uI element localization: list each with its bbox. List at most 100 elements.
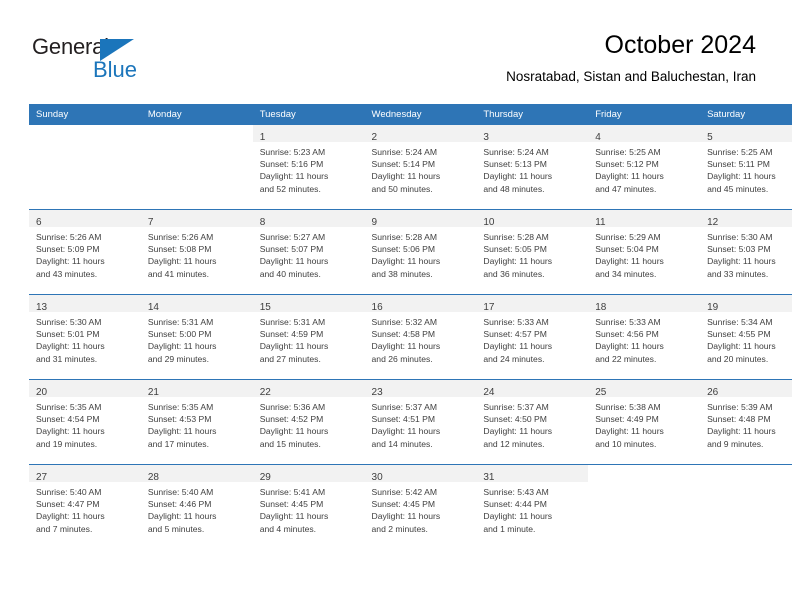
day-cell-10[interactable]: 10 Sunrise: 5:28 AM Sunset: 5:05 PM Dayligh… (476, 210, 589, 294)
day-number: 16 (371, 302, 383, 313)
day-details: Sunrise: 5:31 AM Sunset: 4:59 PM Daylight:… (253, 312, 365, 365)
day-detail-line: Daylight: 11 hours (259, 511, 329, 522)
day-number: 6 (36, 217, 42, 228)
day-detail-line: Daylight: 11 hours (371, 426, 441, 437)
day-number-band (700, 465, 792, 482)
day-cell-19[interactable]: 19 Sunrise: 5:34 AM Sunset: 4:55 PM Dayligh… (700, 295, 792, 379)
day-cell-21[interactable]: 21 Sunrise: 5:35 AM Sunset: 4:53 PM Dayligh… (140, 380, 253, 464)
day-number-band (588, 465, 700, 482)
day-number-band: 5 (700, 125, 792, 143)
day-cell-25[interactable]: 25 Sunrise: 5:38 AM Sunset: 4:49 PM Dayligh… (588, 380, 701, 464)
general-blue-logo[interactable]: General Blue (32, 36, 212, 86)
day-detail-line: Sunrise: 5:32 AM (371, 317, 437, 327)
day-number-band: 14 (140, 295, 253, 313)
day-detail-line: and 12 minutes. (483, 438, 545, 449)
day-detail-line: Daylight: 11 hours (259, 341, 329, 352)
day-cell-5[interactable]: 5 Sunrise: 5:25 AM Sunset: 5:11 PM Daylight… (700, 125, 792, 209)
day-number: 20 (36, 387, 48, 398)
day-detail-line: Sunrise: 5:34 AM (707, 317, 773, 327)
day-detail-line: Daylight: 11 hours (483, 426, 553, 437)
day-number-band: 28 (140, 465, 253, 483)
day-cell-20[interactable]: 20 Sunrise: 5:35 AM Sunset: 4:54 PM Dayligh… (29, 380, 141, 464)
logo-text-general: General (32, 34, 109, 59)
day-detail-line: and 33 minutes. (707, 268, 769, 279)
day-detail-line: Sunset: 4:45 PM (259, 499, 324, 510)
day-detail-line: and 29 minutes. (147, 353, 209, 364)
day-detail-line: Sunrise: 5:33 AM (483, 317, 549, 327)
day-detail-line: and 31 minutes. (36, 353, 98, 364)
day-number: 24 (483, 387, 495, 398)
day-detail-line: Sunset: 4:57 PM (483, 329, 547, 340)
day-cell-13[interactable]: 13 Sunrise: 5:30 AM Sunset: 5:01 PM Dayligh… (29, 295, 141, 379)
day-cell-9[interactable]: 9 Sunrise: 5:28 AM Sunset: 5:06 PM Daylight… (364, 210, 477, 294)
day-cell-7[interactable]: 7 Sunrise: 5:26 AM Sunset: 5:08 PM Daylight… (140, 210, 253, 294)
day-detail-line: and 45 minutes. (707, 183, 769, 194)
day-cell-8[interactable]: 8 Sunrise: 5:27 AM Sunset: 5:07 PM Daylight… (252, 210, 365, 294)
day-detail-line: Sunrise: 5:31 AM (147, 317, 214, 327)
day-detail-line: Sunrise: 5:31 AM (259, 317, 326, 327)
title-block: October 2024 Nosratabad, Sistan and Balu… (506, 30, 756, 86)
day-cell-6[interactable]: 6 Sunrise: 5:26 AM Sunset: 5:09 PM Daylight… (29, 210, 141, 294)
day-cell-23[interactable]: 23 Sunrise: 5:37 AM Sunset: 4:51 PM Dayligh… (364, 380, 477, 464)
day-details: Sunrise: 5:40 AM Sunset: 4:47 PM Daylight:… (29, 482, 141, 535)
day-detail-line: Sunrise: 5:37 AM (483, 402, 549, 412)
day-cell-24[interactable]: 24 Sunrise: 5:37 AM Sunset: 4:50 PM Dayligh… (476, 380, 589, 464)
day-number: 28 (147, 472, 159, 483)
day-cell-11[interactable]: 11 Sunrise: 5:29 AM Sunset: 5:04 PM Dayligh… (588, 210, 701, 294)
calendar-week-row: 20 Sunrise: 5:35 AM Sunset: 4:54 PM Dayligh… (29, 379, 792, 465)
day-cell-2[interactable]: 2 Sunrise: 5:24 AM Sunset: 5:14 PM Daylight… (364, 125, 477, 209)
day-detail-line: and 2 minutes. (371, 523, 428, 534)
day-cell-empty (700, 465, 792, 549)
day-number: 2 (371, 132, 378, 143)
day-detail-line: Sunset: 4:54 PM (36, 414, 100, 425)
day-detail-line: Daylight: 11 hours (595, 256, 664, 267)
day-details: Sunrise: 5:31 AM Sunset: 5:00 PM Daylight:… (141, 312, 253, 365)
day-number: 5 (707, 132, 713, 143)
calendar-week-row: 13 Sunrise: 5:30 AM Sunset: 5:01 PM Dayligh… (29, 294, 792, 380)
day-cell-17[interactable]: 17 Sunrise: 5:33 AM Sunset: 4:57 PM Dayligh… (476, 295, 589, 379)
day-cell-28[interactable]: 28 Sunrise: 5:40 AM Sunset: 4:46 PM Dayligh… (140, 465, 253, 549)
day-number: 25 (595, 387, 607, 398)
day-cell-empty (588, 465, 700, 549)
day-detail-line: and 26 minutes. (371, 353, 433, 364)
day-cell-4[interactable]: 4 Sunrise: 5:25 AM Sunset: 5:12 PM Daylight… (588, 125, 701, 209)
day-detail-line: Sunset: 5:14 PM (371, 159, 436, 170)
day-detail-line: and 50 minutes. (371, 183, 433, 194)
day-number-band: 29 (252, 465, 365, 483)
day-cell-29[interactable]: 29 Sunrise: 5:41 AM Sunset: 4:45 PM Dayligh… (252, 465, 365, 549)
day-cell-15[interactable]: 15 Sunrise: 5:31 AM Sunset: 4:59 PM Dayligh… (252, 295, 365, 379)
day-cell-14[interactable]: 14 Sunrise: 5:31 AM Sunset: 5:00 PM Dayligh… (140, 295, 253, 379)
day-cell-26[interactable]: 26 Sunrise: 5:39 AM Sunset: 4:48 PM Dayligh… (700, 380, 792, 464)
day-cell-3[interactable]: 3 Sunrise: 5:24 AM Sunset: 5:13 PM Daylight… (476, 125, 589, 209)
day-cell-22[interactable]: 22 Sunrise: 5:36 AM Sunset: 4:52 PM Dayligh… (252, 380, 365, 464)
weekday-headers: Sunday Monday Tuesday Wednesday Thursday Frid… (29, 104, 792, 125)
day-cell-12[interactable]: 12 Sunrise: 5:30 AM Sunset: 5:03 PM Dayligh… (700, 210, 792, 294)
day-details: Sunrise: 5:34 AM Sunset: 4:55 PM Daylight:… (700, 312, 792, 365)
day-detail-line: Sunset: 4:52 PM (259, 414, 324, 425)
day-detail-line: and 48 minutes. (483, 183, 545, 194)
calendar-header-row: Sunday Monday Tuesday Wednesday Thursday Frid… (29, 104, 792, 125)
day-detail-line: Sunset: 5:04 PM (595, 244, 659, 255)
day-details: Sunrise: 5:36 AM Sunset: 4:52 PM Daylight:… (253, 397, 365, 450)
weekday-header-monday: Monday (140, 104, 253, 125)
day-detail-line: and 38 minutes. (371, 268, 433, 279)
day-cell-30[interactable]: 30 Sunrise: 5:42 AM Sunset: 4:45 PM Dayligh… (364, 465, 477, 549)
day-details: Sunrise: 5:35 AM Sunset: 4:54 PM Daylight:… (29, 397, 141, 450)
calendar-page: General Blue October 2024 Nosratabad, Si… (0, 0, 792, 612)
day-number-band: 21 (140, 380, 253, 398)
calendar-grid: Sunday Monday Tuesday Wednesday Thursday Frid… (29, 104, 792, 549)
day-detail-line: Sunrise: 5:42 AM (371, 487, 437, 497)
day-number-band: 17 (476, 295, 589, 313)
day-cell-1[interactable]: 1 Sunrise: 5:23 AM Sunset: 5:16 PM Daylight… (252, 125, 365, 209)
day-details: Sunrise: 5:30 AM Sunset: 5:01 PM Daylight:… (29, 312, 141, 365)
day-cell-18[interactable]: 18 Sunrise: 5:33 AM Sunset: 4:56 PM Dayligh… (588, 295, 701, 379)
day-cell-27[interactable]: 27 Sunrise: 5:40 AM Sunset: 4:47 PM Dayligh… (29, 465, 141, 549)
day-detail-line: Daylight: 11 hours (371, 171, 441, 182)
weekday-header-tuesday: Tuesday (252, 104, 365, 125)
day-detail-line: and 24 minutes. (483, 353, 545, 364)
day-detail-line: Sunrise: 5:30 AM (707, 232, 773, 242)
day-cell-16[interactable]: 16 Sunrise: 5:32 AM Sunset: 4:58 PM Dayligh… (364, 295, 477, 379)
day-cell-31[interactable]: 31 Sunrise: 5:43 AM Sunset: 4:44 PM Dayligh… (476, 465, 589, 549)
day-details: Sunrise: 5:42 AM Sunset: 4:45 PM Daylight:… (365, 482, 477, 535)
day-details: Sunrise: 5:29 AM Sunset: 5:04 PM Daylight:… (588, 227, 700, 280)
